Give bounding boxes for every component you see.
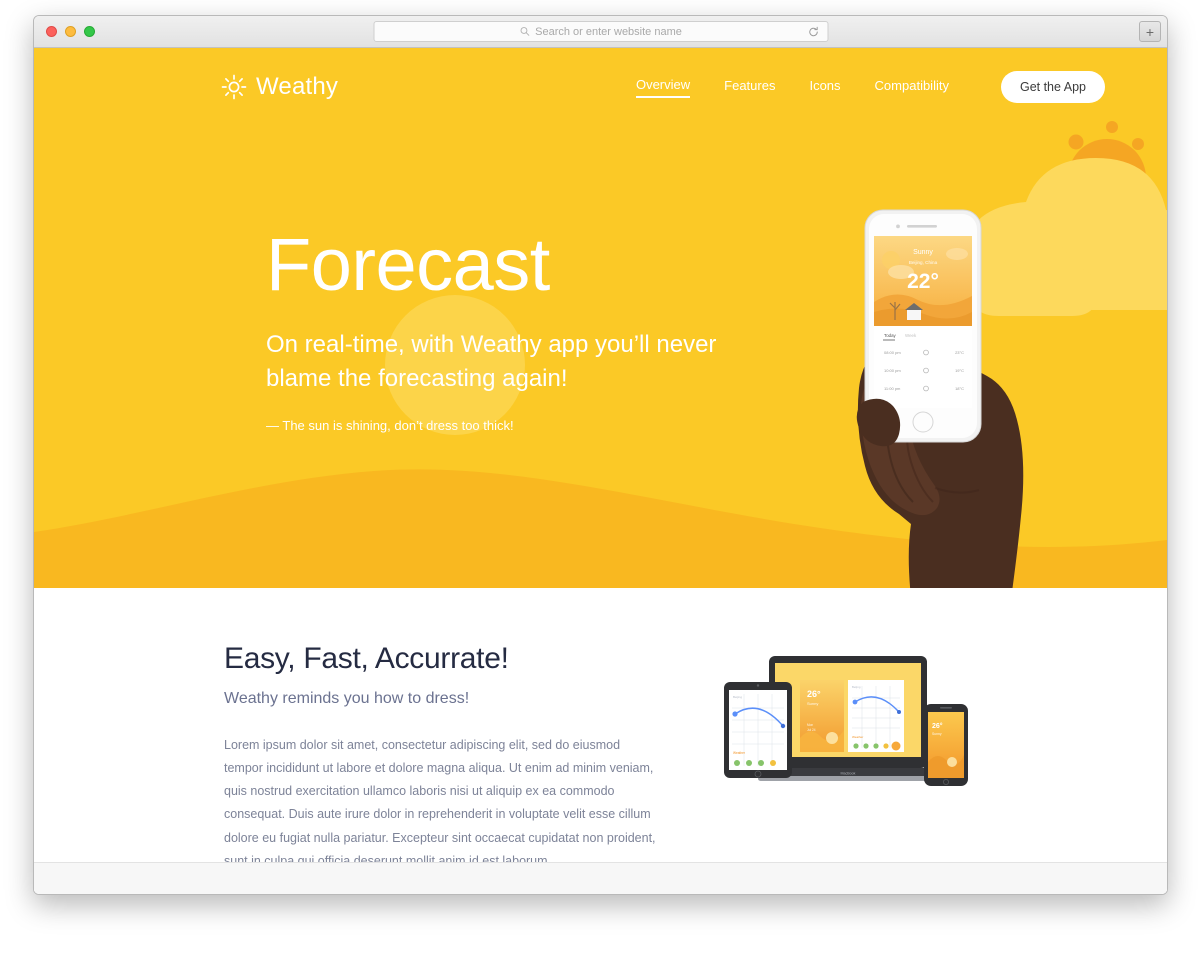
site-navbar: Weathy Overview Features Icons Compatibi… bbox=[34, 48, 1167, 126]
site-logo[interactable]: Weathy bbox=[221, 73, 338, 101]
sun-icon bbox=[221, 74, 247, 100]
row-time-1: 08:00 pm bbox=[884, 350, 901, 355]
features-text-column: Easy, Fast, Accurrate! Weathy reminds yo… bbox=[224, 642, 664, 873]
laptop-condition-text: Sunny bbox=[807, 701, 818, 706]
nav-item-compatibility[interactable]: Compatibility bbox=[875, 78, 949, 97]
phone-screen: Sunny Beijing, China 22° Today Week 08:0… bbox=[874, 236, 972, 408]
logo-text: Weathy bbox=[256, 73, 339, 100]
row-time-3: 11:00 pm bbox=[884, 386, 901, 391]
page-viewport: Weathy Overview Features Icons Compatibi… bbox=[34, 48, 1167, 894]
svg-text:Mon: Mon bbox=[807, 723, 813, 727]
laptop-temp-text: 26° bbox=[807, 689, 821, 699]
features-subtitle: Weathy reminds you how to dress! bbox=[224, 690, 470, 707]
new-tab-button[interactable]: + bbox=[1139, 21, 1161, 42]
phone-condition-text: Sunny bbox=[913, 249, 933, 256]
svg-text:Beijing: Beijing bbox=[733, 695, 742, 699]
minimize-window-button[interactable] bbox=[65, 26, 76, 37]
get-the-app-button[interactable]: Get the App bbox=[1000, 71, 1105, 103]
close-window-button[interactable] bbox=[46, 26, 57, 37]
nav-links: Overview Features Icons Compatibility Ge… bbox=[635, 71, 1105, 103]
hand-holding-phone-illustration: Sunny Beijing, China 22° Today Week 08:0… bbox=[856, 209, 1024, 588]
phone-small-condition-text: Sunny bbox=[932, 732, 942, 736]
maximize-window-button[interactable] bbox=[84, 26, 95, 37]
phone-tab-week: Week bbox=[905, 333, 917, 338]
browser-window: Search or enter website name + Weathy Ov… bbox=[33, 15, 1168, 895]
address-bar-placeholder: Search or enter website name bbox=[535, 25, 682, 38]
svg-text:Weather: Weather bbox=[852, 735, 863, 739]
phone-location-text: Beijing, China bbox=[909, 260, 938, 265]
address-bar[interactable]: Search or enter website name bbox=[373, 21, 828, 42]
phone-tab-today: Today bbox=[884, 333, 897, 338]
svg-text:Weather: Weather bbox=[733, 751, 746, 755]
phone-temperature-text: 22° bbox=[907, 270, 939, 293]
hero-section: Weathy Overview Features Icons Compatibi… bbox=[34, 48, 1167, 588]
nav-item-icons[interactable]: Icons bbox=[809, 78, 840, 97]
tablet-mockup: Beijing Weather bbox=[724, 682, 792, 778]
hero-title: Forecast bbox=[266, 223, 550, 306]
browser-toolbar: Search or enter website name + bbox=[34, 16, 1167, 48]
hero-copy: Forecast On real-time, with Weathy app y… bbox=[266, 126, 786, 434]
features-devices-column: MacBook 26° Sunny Mon Jul 24 Beijing Wea… bbox=[722, 642, 972, 873]
hero-subtitle: On real-time, with Weathy app you’ll nev… bbox=[266, 331, 717, 393]
row-time-2: 10:00 pm bbox=[884, 368, 901, 373]
svg-text:Jul 24: Jul 24 bbox=[807, 728, 816, 732]
search-icon bbox=[520, 27, 529, 36]
features-title: Easy, Fast, Accurrate! bbox=[224, 642, 509, 675]
hero-note: — The sun is shining, don’t dress too th… bbox=[266, 418, 514, 434]
nav-item-overview[interactable]: Overview bbox=[635, 77, 691, 98]
row-temp-1: 23°C bbox=[955, 350, 964, 355]
reload-icon[interactable] bbox=[807, 26, 819, 38]
nav-item-features[interactable]: Features bbox=[724, 78, 775, 97]
features-body: Lorem ipsum dolor sit amet, consectetur … bbox=[224, 738, 656, 868]
svg-text:Beijing: Beijing bbox=[852, 685, 861, 689]
laptop-brand-label: MacBook bbox=[841, 772, 856, 776]
row-temp-3: 18°C bbox=[955, 386, 964, 391]
page-bottom-strip bbox=[34, 862, 1167, 894]
features-section: Easy, Fast, Accurrate! Weathy reminds yo… bbox=[34, 588, 1167, 894]
phone-mockup-small: 26° Sunny bbox=[924, 704, 968, 786]
phone-small-temp-text: 26° bbox=[932, 722, 943, 730]
row-temp-2: 19°C bbox=[955, 368, 964, 373]
devices-mockup-illustration: MacBook 26° Sunny Mon Jul 24 Beijing Wea… bbox=[724, 656, 968, 786]
window-controls bbox=[46, 26, 95, 37]
